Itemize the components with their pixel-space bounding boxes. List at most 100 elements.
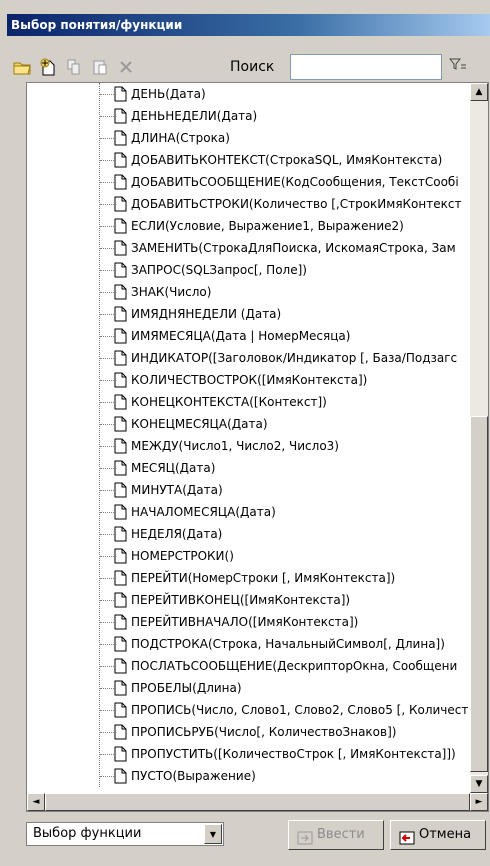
- document-icon: [114, 658, 127, 678]
- tree-item[interactable]: КОЛИЧЕСТВОСТРОК([ИмяКонтекста]): [27, 369, 470, 391]
- tree-item-label: ДЛИНА(Строка): [131, 131, 230, 145]
- tree-item[interactable]: ЗНАК(Число): [27, 281, 470, 303]
- cancel-button[interactable]: Отмена: [390, 820, 486, 850]
- mode-select[interactable]: Выбор функции ▼: [26, 822, 224, 846]
- function-picker-dialog: Выбор понятия/функции Поиск ДЕНЬ(Дата) ДЕ…: [7, 0, 490, 866]
- tree-connector: [100, 402, 114, 403]
- tree-item-label: НЕДЕЛЯ(Дата): [131, 527, 223, 541]
- copy-icon[interactable]: [63, 56, 85, 78]
- tree-item[interactable]: ДОБАВИТЬКОНТЕКСТ(СтрокаSQL, ИмяКонтекста…: [27, 149, 470, 171]
- tree-item[interactable]: ДОБАВИТЬСТРОКИ(Количество [,СтрокИмяКонт…: [27, 193, 470, 215]
- tree-item[interactable]: КОНЕЦМЕСЯЦА(Дата): [27, 413, 470, 435]
- document-icon: [114, 614, 127, 634]
- document-icon: [114, 482, 127, 502]
- tree-item-label: ИМЯМЕСЯЦА(Дата | НомерМесяца): [131, 329, 351, 343]
- vertical-scrollbar[interactable]: ▲ ▼: [470, 83, 488, 793]
- document-icon: [114, 262, 127, 282]
- tree-item[interactable]: НЕДЕЛЯ(Дата): [27, 523, 470, 545]
- tree-connector: [100, 600, 114, 601]
- new-item-icon[interactable]: [37, 56, 59, 78]
- tree-item-label: ЕСЛИ(Условие, Выражение1, Выражение2): [131, 219, 404, 233]
- scroll-up-button[interactable]: ▲: [470, 83, 488, 101]
- tree-connector: [100, 94, 114, 95]
- tree-connector: [100, 204, 114, 205]
- tree-item-label: ДОБАВИТЬСТРОКИ(Количество [,СтрокИмяКонт…: [131, 197, 462, 211]
- document-icon: [114, 570, 127, 590]
- document-icon: [114, 306, 127, 326]
- tree-item[interactable]: ПРОБЕЛЫ(Длина): [27, 677, 470, 699]
- tree-item[interactable]: ДЕНЬ(Дата): [27, 83, 470, 105]
- tree-item[interactable]: ЗАМЕНИТЬ(СтрокаДляПоиска, ИскомаяСтрока,…: [27, 237, 470, 259]
- enter-button[interactable]: Ввести: [288, 820, 384, 850]
- tree-item-label: ПЕРЕЙТИВКОНЕЦ([ИмяКонтекста]): [131, 593, 351, 607]
- tree-item-label: ПУСТО(Выражение): [131, 769, 256, 783]
- tree-connector: [100, 226, 114, 227]
- tree-item[interactable]: ИМЯДНЯНЕДЕЛИ (Дата): [27, 303, 470, 325]
- chevron-down-icon[interactable]: ▼: [204, 824, 222, 844]
- tree-connector: [100, 468, 114, 469]
- scroll-down-button[interactable]: ▼: [470, 775, 488, 793]
- document-icon: [114, 174, 127, 194]
- tree-item[interactable]: ПОДСТРОКА(Строка, НачальныйСимвол[, Длин…: [27, 633, 470, 655]
- vertical-scroll-thumb[interactable]: [470, 416, 488, 772]
- tree-connector: [100, 160, 114, 161]
- tree-item[interactable]: ПРОПИСЬ(Число, Слово1, Слово2, Слово5 [,…: [27, 699, 470, 721]
- tree-item[interactable]: ИМЯМЕСЯЦА(Дата | НомерМесяца): [27, 325, 470, 347]
- tree-connector: [100, 688, 114, 689]
- tree-item[interactable]: ПОСЛАТЬСООБЩЕНИЕ(ДескрипторОкна, Сообщен…: [27, 655, 470, 677]
- tree-item[interactable]: МИНУТА(Дата): [27, 479, 470, 501]
- tree-item[interactable]: ПЕРЕЙТИ(НомерСтроки [, ИмяКонтекста]): [27, 567, 470, 589]
- tree-item[interactable]: ДОБАВИТЬСООБЩЕНИЕ(КодСообщения, ТекстСоо…: [27, 171, 470, 193]
- horizontal-scrollbar[interactable]: ◄ ►: [27, 793, 488, 811]
- tree-item[interactable]: ДЛИНА(Строка): [27, 127, 470, 149]
- tree-item[interactable]: ПЕРЕЙТИВНАЧАЛО([ИмяКонтекста]): [27, 611, 470, 633]
- scroll-right-button[interactable]: ►: [470, 793, 488, 811]
- tree-connector: [100, 116, 114, 117]
- tree-item[interactable]: ЗАПРОС(SQLЗапрос[, Поле]): [27, 259, 470, 281]
- tree-item[interactable]: ДЕНЬНЕДЕЛИ(Дата): [27, 105, 470, 127]
- toolbar: Поиск: [7, 50, 490, 82]
- folder-open-icon[interactable]: [11, 56, 33, 78]
- document-icon: [114, 768, 127, 787]
- tree-item[interactable]: ЕСЛИ(Условие, Выражение1, Выражение2): [27, 215, 470, 237]
- document-icon: [114, 350, 127, 370]
- function-tree[interactable]: ДЕНЬ(Дата) ДЕНЬНЕДЕЛИ(Дата) ДЛИНА(Строка) Д…: [26, 82, 489, 812]
- tree-item[interactable]: ИНДИКАТОР([Заголовок/Индикатор [, База/П…: [27, 347, 470, 369]
- horizontal-scroll-thumb[interactable]: [45, 793, 470, 811]
- enter-icon: [297, 828, 313, 856]
- tree-item[interactable]: ПРОПИСЬРУБ(Число[, КоличествоЗнаков]): [27, 721, 470, 743]
- tree-connector: [100, 424, 114, 425]
- tree-item-label: ЗАПРОС(SQLЗапрос[, Поле]): [131, 263, 307, 277]
- tree-item-label: ЗНАК(Число): [131, 285, 212, 299]
- document-icon: [114, 130, 127, 150]
- document-icon: [114, 284, 127, 304]
- search-input[interactable]: [290, 54, 442, 80]
- tree-connector: [100, 314, 114, 315]
- tree-item[interactable]: НОМЕРСТРОКИ(): [27, 545, 470, 567]
- tree-item[interactable]: НАЧАЛОМЕСЯЦА(Дата): [27, 501, 470, 523]
- tree-item[interactable]: МЕСЯЦ(Дата): [27, 457, 470, 479]
- tree-item-label: ПЕРЕЙТИВНАЧАЛО([ИмяКонтекста]): [131, 615, 359, 629]
- enter-button-label: Ввести: [317, 827, 365, 842]
- tree-item[interactable]: ПРОПУСТИТЬ([КоличествоСтрок [, ИмяКонтек…: [27, 743, 470, 765]
- tree-item-label: МЕСЯЦ(Дата): [131, 461, 216, 475]
- tree-item[interactable]: КОНЕЦКОНТЕКСТА([Контекст]): [27, 391, 470, 413]
- tree-item[interactable]: ПЕРЕЙТИВКОНЕЦ([ИмяКонтекста]): [27, 589, 470, 611]
- cancel-button-label: Отмена: [419, 827, 472, 842]
- tree-connector: [100, 644, 114, 645]
- tree-item[interactable]: МЕЖДУ(Число1, Число2, Число3): [27, 435, 470, 457]
- document-icon: [114, 240, 127, 260]
- tree-item[interactable]: ПУСТО(Выражение): [27, 765, 470, 787]
- tree-connector: [100, 666, 114, 667]
- tree-connector: [100, 534, 114, 535]
- document-icon: [114, 746, 127, 766]
- tree-item-label: ДЕНЬНЕДЕЛИ(Дата): [131, 109, 258, 123]
- scroll-left-button[interactable]: ◄: [27, 793, 45, 811]
- paste-icon[interactable]: [89, 56, 111, 78]
- tree-item-label: ПОДСТРОКА(Строка, НачальныйСимвол[, Длин…: [131, 637, 445, 651]
- delete-icon[interactable]: [115, 56, 137, 78]
- filter-icon[interactable]: [447, 56, 469, 78]
- document-icon: [114, 460, 127, 480]
- tree-view: ДЕНЬ(Дата) ДЕНЬНЕДЕЛИ(Дата) ДЛИНА(Строка) Д…: [27, 83, 470, 787]
- document-icon: [114, 702, 127, 722]
